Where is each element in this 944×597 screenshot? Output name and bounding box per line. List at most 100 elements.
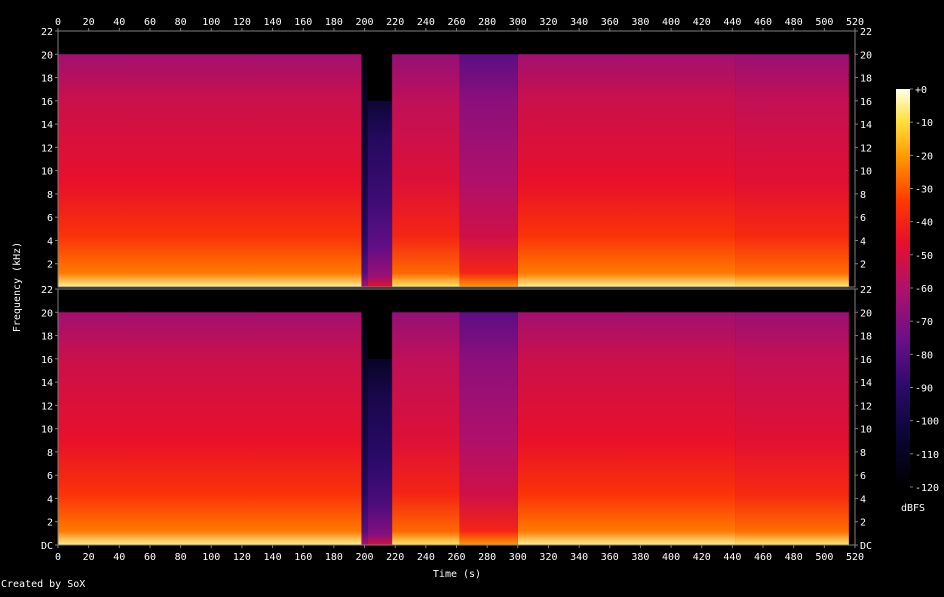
x-tick-label: 20: [83, 17, 95, 28]
x-tick-label: 320: [539, 17, 557, 28]
y-tick-label: 18: [41, 332, 53, 343]
y-tick-label: 20: [860, 50, 872, 61]
colorbar-tick-label: -30: [915, 185, 933, 196]
colorbar-tick-label: -20: [915, 151, 933, 162]
spectrogram-segment: [367, 358, 393, 545]
y-tick-label: 22: [41, 27, 53, 38]
y-tick-label: 10: [860, 425, 872, 436]
y-tick-label: 12: [41, 401, 53, 412]
y-tick-label: 14: [860, 120, 872, 131]
y-tick-label: 14: [41, 120, 53, 131]
y-tick-label: 20: [41, 308, 53, 319]
y-tick-label: 6: [860, 471, 866, 482]
colorbar-tick-label: -70: [915, 317, 933, 328]
colorbar-tick-label: -40: [915, 218, 933, 229]
x-tick-label: 100: [202, 17, 220, 28]
colorbar-tick-label: -90: [915, 384, 933, 395]
spectrogram-segment: [361, 312, 368, 545]
x-tick-label: 300: [509, 552, 527, 563]
colorbar-tick-label: -110: [915, 450, 939, 461]
x-tick-label: 140: [264, 552, 282, 563]
y-tick-label: 14: [41, 378, 53, 389]
y-tick-label: 2: [860, 260, 866, 271]
x-tick-label: 60: [144, 552, 156, 563]
y-tick-label: 12: [860, 401, 872, 412]
y-tick-label: 16: [41, 355, 53, 366]
y-tick-label: 6: [47, 213, 53, 224]
channel-2-panel: [58, 312, 849, 545]
y-tick-label: 14: [860, 378, 872, 389]
y-tick-label: 18: [860, 332, 872, 343]
spectrogram-segment: [367, 100, 393, 288]
x-tick-label: 60: [144, 17, 156, 28]
y-tick-label: 2: [860, 518, 866, 529]
y-axis-label: Frequency (kHz): [12, 242, 23, 332]
colorbar-label: dBFS: [901, 503, 925, 514]
y-tick-label: 12: [41, 143, 53, 154]
x-tick-label: 440: [723, 552, 741, 563]
x-tick-label: 360: [601, 552, 619, 563]
y-tick-label: 4: [47, 236, 53, 247]
x-tick-label: 180: [325, 552, 343, 563]
x-tick-label: 340: [570, 17, 588, 28]
y-tick-label: 4: [860, 236, 866, 247]
y-tick-label: 6: [860, 213, 866, 224]
spectrogram-segment: [517, 54, 736, 287]
y-tick-label: 16: [41, 97, 53, 108]
x-tick-label: 200: [356, 552, 374, 563]
spectrogram-segment: [459, 54, 518, 287]
x-tick-label: 180: [325, 17, 343, 28]
x-tick-label: 520: [846, 552, 864, 563]
y-tick-label: 10: [41, 425, 53, 436]
y-tick-label: 10: [860, 167, 872, 178]
y-tick-label: 6: [47, 471, 53, 482]
x-tick-label: 40: [113, 17, 125, 28]
x-tick-label: 360: [601, 17, 619, 28]
x-tick-label: 40: [113, 552, 125, 563]
spectrogram-chart: 2 24 46 68 810 1012 1214 1416 1618 1820 2022 22DC DC…: [12, 17, 939, 580]
x-tick-label: 460: [754, 17, 772, 28]
x-tick-label: 120: [233, 17, 251, 28]
x-tick-label: 20: [83, 552, 95, 563]
x-tick-label: 380: [631, 552, 649, 563]
spectrogram-segment: [392, 54, 460, 287]
colorbar-tick-label: +0: [915, 85, 927, 96]
y-tick-label: 10: [41, 167, 53, 178]
x-tick-label: 440: [723, 17, 741, 28]
x-tick-label: 160: [294, 17, 312, 28]
x-tick-label: 320: [539, 552, 557, 563]
spectrogram-segment: [517, 312, 736, 545]
credit-text: Created by SoX: [1, 579, 86, 590]
spectrogram-segment: [392, 312, 460, 545]
x-tick-label: 460: [754, 552, 772, 563]
spectrogram-segment: [735, 54, 849, 287]
x-tick-label: 300: [509, 17, 527, 28]
colorbar-tick-label: -60: [915, 284, 933, 295]
x-axis-label: Time (s): [433, 569, 481, 580]
y-tick-label: 12: [860, 143, 872, 154]
y-tick-label: 18: [41, 74, 53, 85]
y-tick-label: 2: [47, 518, 53, 529]
colorbar: [896, 89, 910, 487]
y-tick-label: 8: [860, 448, 866, 459]
x-tick-label: 400: [662, 552, 680, 563]
y-tick-label: 22: [41, 285, 53, 296]
spectrogram-segment: [361, 54, 368, 287]
x-tick-label: 260: [447, 552, 465, 563]
y-tick-label: DC: [41, 541, 53, 552]
x-tick-label: 480: [785, 17, 803, 28]
x-tick-label: 0: [55, 17, 61, 28]
colorbar-tick-label: -100: [915, 417, 939, 428]
y-tick-label: 8: [47, 190, 53, 201]
channel-1-panel: [58, 54, 849, 288]
y-tick-label: 2: [47, 260, 53, 271]
spectrogram-segment: [58, 312, 362, 545]
y-tick-label: 20: [860, 308, 872, 319]
x-tick-label: 280: [478, 17, 496, 28]
x-tick-label: 380: [631, 17, 649, 28]
x-tick-label: 260: [447, 17, 465, 28]
x-tick-label: 0: [55, 552, 61, 563]
x-tick-label: 340: [570, 552, 588, 563]
y-tick-label: 8: [47, 448, 53, 459]
y-tick-label: 4: [47, 494, 53, 505]
